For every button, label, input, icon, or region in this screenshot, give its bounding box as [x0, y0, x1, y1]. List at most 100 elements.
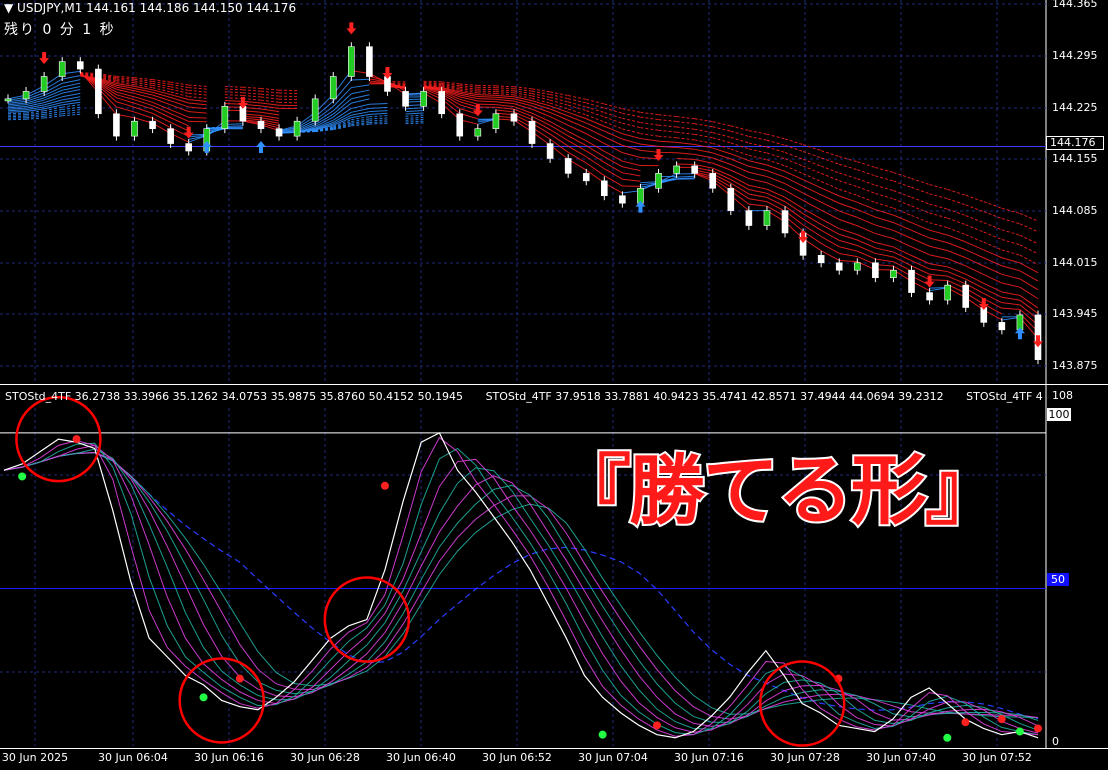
candle-body	[329, 76, 337, 100]
ma-ribbon-segment	[893, 190, 912, 198]
ma-ribbon-segment	[857, 178, 876, 186]
ma-ribbon-segment	[947, 242, 966, 251]
ma-ribbon-segment	[766, 146, 786, 153]
ma-ribbon-segment	[802, 151, 822, 159]
ma-ribbon-segment	[279, 89, 298, 92]
ma-ribbon-segment	[260, 93, 280, 97]
ma-ribbon-segment	[26, 117, 45, 120]
ma-ribbon-segment	[929, 237, 948, 244]
ma-ribbon-segment	[839, 259, 858, 263]
ma-ribbon-segment	[929, 268, 948, 273]
ma-ribbon-segment	[821, 150, 840, 158]
ma-ribbon-segment	[62, 96, 81, 101]
ma-ribbon-segment	[116, 106, 135, 113]
ma-ribbon-segment	[7, 115, 27, 118]
ma-ribbon-segment	[586, 122, 605, 132]
ma-ribbon-segment	[766, 196, 786, 207]
ma-ribbon-segment	[640, 116, 659, 121]
ma-ribbon-segment	[549, 116, 569, 126]
ma-ribbon-segment	[694, 118, 713, 123]
signal-dot	[961, 718, 970, 727]
ma-ribbon-segment	[622, 117, 641, 124]
ma-ribbon-segment	[766, 159, 786, 167]
chart-canvas[interactable]	[0, 0, 1108, 770]
candle-body	[257, 120, 265, 129]
candle-body	[962, 284, 970, 308]
ma-ribbon-segment	[929, 273, 948, 277]
ma-ribbon-segment	[495, 101, 515, 105]
ma-ribbon-segment	[1001, 282, 1021, 288]
ma-ribbon-segment	[622, 178, 641, 182]
ma-ribbon-segment	[875, 184, 894, 192]
ma-ribbon-segment	[495, 91, 514, 94]
candle-body	[781, 210, 789, 234]
ma-ribbon-segment	[712, 137, 731, 144]
ma-ribbon-segment	[1019, 278, 1039, 291]
ma-ribbon-segment	[170, 94, 189, 101]
ma-ribbon-segment	[640, 133, 659, 137]
ma-ribbon-segment	[802, 192, 822, 203]
ma-ribbon-segment	[1001, 239, 1021, 246]
ma-ribbon-segment	[224, 91, 243, 94]
candle-body	[564, 158, 572, 174]
ma-ribbon-segment	[929, 229, 948, 236]
ma-ribbon-segment	[369, 119, 388, 122]
symbol-bar[interactable]: ▼ USDJPY,M1 144.161 144.186 144.150 144.…	[4, 1, 296, 15]
ma-ribbon-segment	[857, 194, 876, 203]
ma-ribbon-segment	[875, 258, 894, 263]
candle-body	[601, 180, 608, 197]
ma-ribbon-segment	[224, 94, 243, 97]
sub-axis-top-label: 108	[1052, 389, 1073, 402]
ma-ribbon-segment	[1001, 307, 1020, 310]
ma-ribbon-segment	[1019, 262, 1039, 274]
ma-ribbon-segment	[875, 242, 894, 248]
ma-ribbon-segment	[839, 219, 858, 227]
ma-ribbon-segment	[658, 119, 677, 122]
ma-ribbon-segment	[766, 170, 786, 178]
signal-dot	[997, 715, 1006, 724]
ma-ribbon-segment	[260, 87, 280, 91]
ma-ribbon-segment	[820, 194, 840, 204]
ma-ribbon-segment	[369, 117, 388, 120]
ma-ribbon-segment	[279, 95, 298, 98]
ma-ribbon-segment	[188, 99, 207, 102]
ma-ribbon-segment	[911, 214, 930, 224]
ma-ribbon-segment	[820, 187, 840, 197]
sell-arrow-icon	[1033, 335, 1043, 348]
ma-ribbon-segment	[911, 196, 930, 205]
ma-ribbon-segment	[893, 238, 912, 248]
ma-ribbon-segment	[983, 265, 1003, 275]
ma-ribbon-segment	[694, 133, 713, 139]
ma-ribbon-segment	[929, 212, 948, 219]
ma-ribbon-segment	[567, 140, 587, 152]
ma-ribbon-segment	[242, 100, 262, 104]
candle-body	[872, 262, 879, 278]
ma-ribbon-segment	[459, 85, 478, 88]
ma-ribbon-segment	[676, 141, 695, 145]
sell-arrow-icon	[346, 22, 357, 35]
candle-body	[619, 195, 626, 204]
candle-body	[908, 269, 915, 293]
ma-ribbon-segment	[983, 231, 1003, 240]
ma-ribbon-segment	[947, 250, 966, 259]
ma-ribbon-segment	[134, 99, 153, 107]
ma-ribbon-segment	[893, 246, 912, 256]
ma-ribbon-segment	[622, 138, 641, 145]
candle-body	[926, 292, 933, 301]
ma-ribbon-segment	[857, 186, 876, 194]
ma-ribbon-segment	[893, 251, 912, 262]
ma-ribbon-segment	[495, 85, 514, 88]
candle-body	[582, 173, 590, 182]
candle-body	[221, 106, 229, 129]
ma-ribbon-segment	[260, 90, 280, 94]
ma-ribbon-segment	[640, 111, 659, 116]
candle-body	[185, 143, 193, 152]
ma-ribbon-segment	[983, 257, 1003, 267]
ma-ribbon-segment	[947, 234, 966, 243]
ma-ribbon-segment	[62, 92, 81, 98]
ma-ribbon-segment	[459, 83, 478, 86]
ma-ribbon-segment	[839, 228, 858, 236]
ma-ribbon-segment	[62, 106, 81, 110]
ma-ribbon-segment	[694, 123, 713, 128]
ma-ribbon-segment	[802, 158, 822, 167]
